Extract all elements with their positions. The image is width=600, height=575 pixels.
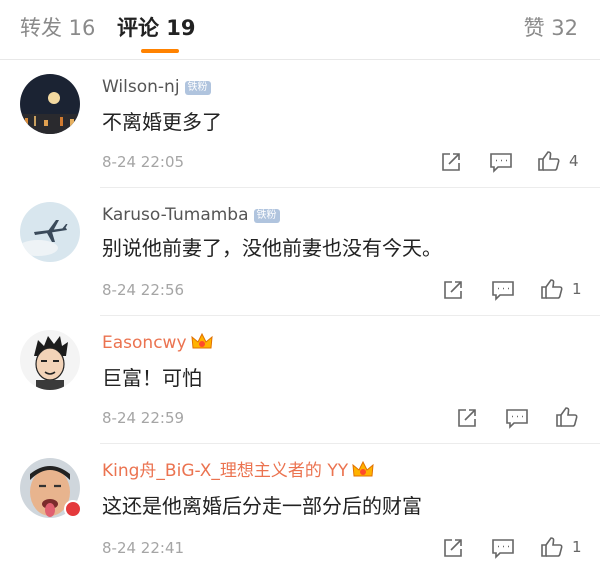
comment-item: Karuso-Tumamba 铁粉 别说他前妻了，没他前妻也没有今天。 8-24 … bbox=[0, 188, 600, 316]
comment-text: 别说他前妻了，没他前妻也没有今天。 bbox=[102, 236, 442, 260]
crown-icon bbox=[190, 332, 213, 357]
comment-username[interactable]: Wilson-nj 铁粉 bbox=[102, 76, 211, 98]
tab-repost[interactable]: 转发 16 bbox=[20, 13, 95, 43]
comment-item: King舟_BiG-X_理想主义者的 YY 这还是他离婚后分走一部分后的财富 8… bbox=[0, 444, 600, 575]
like-count: 1 bbox=[572, 538, 582, 556]
comment-text: 巨富！可怕 bbox=[102, 366, 202, 390]
comment-text: 不离婚更多了 bbox=[102, 110, 222, 134]
comment-time: 8-24 22:59 bbox=[102, 409, 185, 427]
like-button[interactable]: 1 bbox=[540, 535, 582, 559]
like-button[interactable]: 1 bbox=[540, 277, 582, 301]
comment-item: Easoncwy 巨富！可怕 8-24 22:59 bbox=[0, 316, 600, 444]
comment-username[interactable]: King舟_BiG-X_理想主义者的 YY bbox=[102, 460, 374, 485]
fan-badge: 铁粉 bbox=[184, 81, 211, 95]
night-moon-avatar[interactable] bbox=[20, 74, 80, 134]
like-button[interactable] bbox=[555, 405, 579, 429]
tab-like[interactable]: 赞 32 bbox=[524, 13, 578, 43]
fan-badge: 铁粉 bbox=[253, 209, 280, 223]
like-count: 1 bbox=[572, 280, 582, 298]
thumbs-up-icon bbox=[541, 279, 563, 299]
thumbs-up-icon bbox=[556, 407, 578, 427]
like-button[interactable]: 4 bbox=[537, 149, 579, 173]
cartoon-face-avatar[interactable] bbox=[20, 330, 80, 390]
comment-tabs: 转发 16 评论 19 赞 32 bbox=[0, 0, 600, 60]
share-icon[interactable] bbox=[456, 406, 478, 430]
comment-item: Wilson-nj 铁粉 不离婚更多了 8-24 22:05 4 bbox=[0, 60, 600, 188]
like-count: 4 bbox=[569, 152, 579, 170]
share-icon[interactable] bbox=[442, 536, 464, 560]
share-icon[interactable] bbox=[440, 150, 462, 174]
reply-icon[interactable] bbox=[505, 406, 529, 430]
thumbs-up-icon bbox=[538, 151, 560, 171]
comment-time: 8-24 22:56 bbox=[102, 281, 185, 299]
comment-username[interactable]: Easoncwy bbox=[102, 332, 213, 357]
crown-icon bbox=[352, 460, 374, 485]
thumbs-up-icon bbox=[541, 537, 563, 557]
reply-icon[interactable] bbox=[489, 150, 513, 174]
verified-badge-icon bbox=[64, 500, 82, 518]
share-icon[interactable] bbox=[442, 278, 464, 302]
reply-icon[interactable] bbox=[491, 278, 515, 302]
active-tab-indicator bbox=[141, 49, 179, 53]
comment-text: 这还是他离婚后分走一部分后的财富 bbox=[102, 494, 422, 518]
reply-icon[interactable] bbox=[491, 536, 515, 560]
tab-comment[interactable]: 评论 19 bbox=[117, 13, 196, 43]
comment-username[interactable]: Karuso-Tumamba 铁粉 bbox=[102, 204, 280, 226]
airplane-sky-avatar[interactable] bbox=[20, 202, 80, 262]
comment-time: 8-24 22:41 bbox=[102, 539, 185, 557]
comment-time: 8-24 22:05 bbox=[102, 153, 185, 171]
